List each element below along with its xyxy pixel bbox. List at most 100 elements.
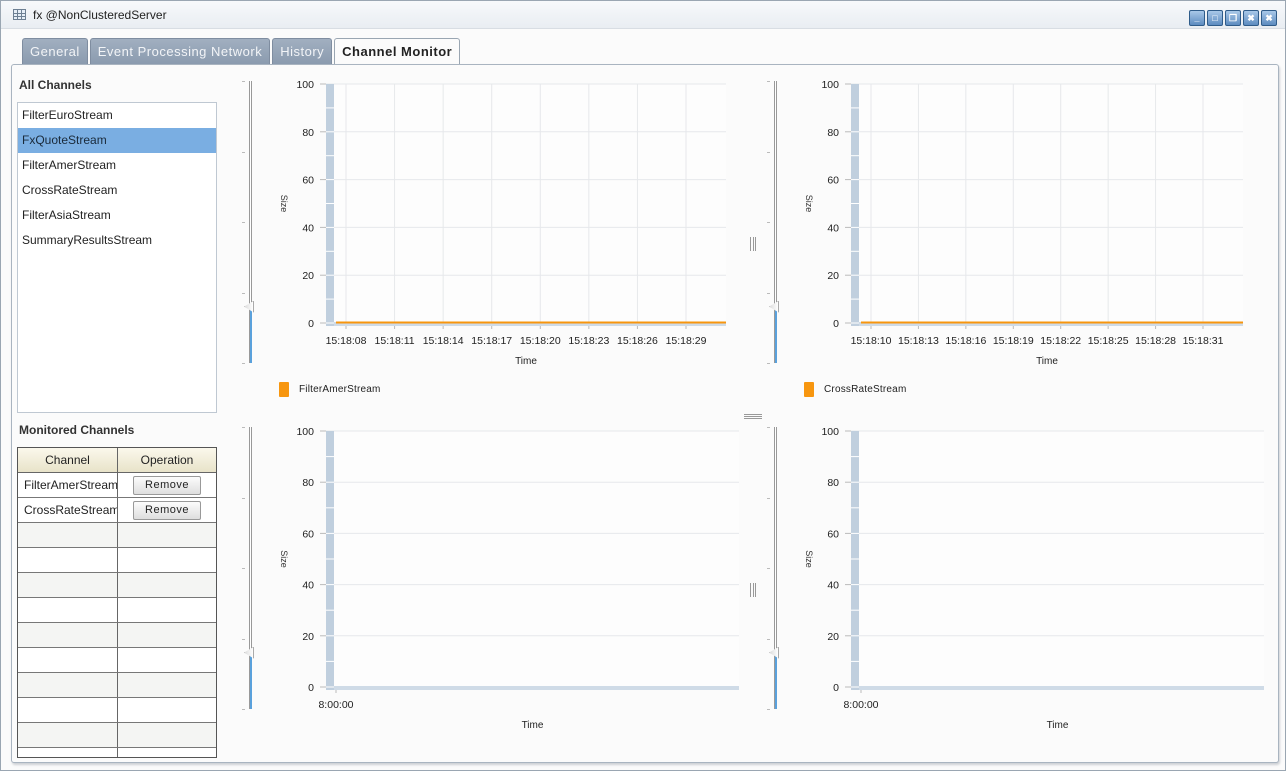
close-button[interactable]: ✖ bbox=[1261, 10, 1277, 26]
channel-cell bbox=[18, 623, 118, 647]
column-header-operation[interactable]: Operation bbox=[118, 448, 216, 472]
remove-button[interactable]: Remove bbox=[133, 475, 201, 495]
y-tick-label: 40 bbox=[302, 580, 314, 592]
x-tick-label: 15:18:23 bbox=[568, 335, 609, 347]
operation-cell bbox=[118, 623, 216, 647]
x-tick-label: 15:18:11 bbox=[375, 335, 415, 347]
y-tick-label: 0 bbox=[833, 682, 839, 694]
line-chart: 0 20 40 60 80 100 8:00:00 Size Time bbox=[279, 426, 739, 731]
channel-cell bbox=[18, 523, 118, 547]
vertical-splitter-handle-top[interactable] bbox=[750, 237, 756, 251]
y-tick-label: 0 bbox=[308, 318, 314, 330]
y-tick-label: 20 bbox=[302, 631, 314, 643]
table-row-empty bbox=[18, 598, 216, 623]
channel-list-item[interactable]: FilterAsiaStream bbox=[18, 203, 216, 228]
x-tick-label: 15:18:28 bbox=[1135, 335, 1176, 347]
line-chart: 0 20 40 60 80 100 15:18:10 15:18:13 15:18:16 15:1… bbox=[804, 79, 1243, 367]
x-tick-label: 15:18:14 bbox=[423, 335, 464, 347]
slider-fill bbox=[250, 306, 252, 363]
y-tick-label: 0 bbox=[308, 682, 314, 694]
slider-tick bbox=[242, 363, 245, 364]
x-tick-label: 15:18:19 bbox=[993, 335, 1034, 347]
operation-cell bbox=[118, 723, 216, 747]
y-axis-band bbox=[326, 84, 334, 326]
y-tick-label: 60 bbox=[827, 528, 839, 540]
x-tick-label: 15:18:10 bbox=[851, 335, 892, 347]
minimize-button[interactable]: _ bbox=[1189, 10, 1205, 26]
operation-cell bbox=[118, 573, 216, 597]
y-axis-label: Size bbox=[804, 195, 814, 213]
channel-list-item[interactable]: FilterAmerStream bbox=[18, 153, 216, 178]
slider-fill bbox=[775, 652, 777, 709]
restore-button[interactable]: ❐ bbox=[1225, 10, 1241, 26]
tab-general[interactable]: General bbox=[22, 38, 88, 65]
zoom-slider[interactable] bbox=[242, 81, 260, 364]
y-tick-label: 20 bbox=[827, 631, 839, 643]
tab-bar: General Event Processing Network History… bbox=[22, 38, 461, 66]
all-channels-list[interactable]: FilterEuroStream FxQuoteStream FilterAme… bbox=[17, 102, 217, 413]
channel-list-item[interactable]: FxQuoteStream bbox=[18, 128, 216, 153]
operation-cell: Remove bbox=[118, 498, 216, 522]
slider-tick bbox=[767, 151, 770, 153]
slider-tick bbox=[242, 568, 245, 569]
y-tick-label: 100 bbox=[821, 426, 839, 438]
slider-fill bbox=[250, 652, 252, 709]
channel-cell bbox=[18, 598, 118, 622]
empty-rows bbox=[18, 523, 216, 757]
y-tick-label: 80 bbox=[302, 127, 314, 139]
channel-cell bbox=[18, 548, 118, 572]
zoom-slider[interactable] bbox=[242, 427, 260, 710]
slider-tick bbox=[242, 427, 245, 428]
horizontal-splitter-handle[interactable] bbox=[744, 414, 762, 419]
zoom-slider[interactable] bbox=[767, 81, 785, 364]
x-tick-label: 15:18:20 bbox=[520, 335, 561, 347]
monitored-channels-title: Monitored Channels bbox=[19, 423, 135, 437]
x-tick-label: 15:18:29 bbox=[666, 335, 707, 347]
slider-tick bbox=[242, 638, 245, 640]
y-tick-label: 100 bbox=[821, 79, 839, 91]
legend-swatch bbox=[279, 382, 289, 397]
table-row: FilterAmerStream Remove bbox=[18, 473, 216, 498]
tab-channel-monitor[interactable]: Channel Monitor bbox=[334, 38, 461, 66]
maximize-button[interactable]: □ bbox=[1207, 10, 1223, 26]
close-all-button[interactable]: ✖ bbox=[1243, 10, 1259, 26]
tab-history[interactable]: History bbox=[272, 38, 333, 65]
x-tick-label: 15:18:31 bbox=[1183, 335, 1224, 347]
slider-tick bbox=[767, 709, 770, 710]
legend-label: CrossRateStream bbox=[824, 384, 907, 395]
operation-cell bbox=[118, 673, 216, 697]
channel-list-item[interactable]: CrossRateStream bbox=[18, 178, 216, 203]
x-tick-label: 8:00:00 bbox=[318, 699, 353, 711]
y-tick-label: 100 bbox=[296, 79, 314, 91]
maximize-icon: □ bbox=[1212, 12, 1218, 23]
vertical-splitter-handle-bottom[interactable] bbox=[750, 583, 756, 597]
chart-legend: FilterAmerStream bbox=[279, 382, 381, 397]
x-tick-label: 15:18:25 bbox=[1088, 335, 1129, 347]
plot-area bbox=[326, 84, 726, 323]
plot-area bbox=[851, 84, 1243, 323]
column-header-channel[interactable]: Channel bbox=[18, 448, 118, 472]
zoom-slider[interactable] bbox=[767, 427, 785, 710]
x-tick-label: 15:18:22 bbox=[1040, 335, 1081, 347]
table-row-empty bbox=[18, 523, 216, 548]
channel-cell: FilterAmerStream bbox=[18, 473, 118, 497]
plot-area bbox=[851, 431, 1264, 687]
channel-cell bbox=[18, 748, 118, 757]
x-axis-label: Time bbox=[515, 356, 537, 367]
all-channels-title: All Channels bbox=[19, 78, 92, 92]
slider-tick bbox=[767, 427, 770, 428]
channel-list-item[interactable]: SummaryResultsStream bbox=[18, 228, 216, 253]
x-tick-label: 15:18:16 bbox=[945, 335, 986, 347]
channel-cell bbox=[18, 698, 118, 722]
channel-cell bbox=[18, 648, 118, 672]
y-tick-label: 60 bbox=[302, 528, 314, 540]
x-tick-label: 15:18:26 bbox=[617, 335, 658, 347]
table-header: Channel Operation bbox=[18, 448, 216, 473]
remove-button[interactable]: Remove bbox=[133, 500, 201, 520]
channel-list-item[interactable]: FilterEuroStream bbox=[18, 103, 216, 128]
slider-tick bbox=[767, 497, 770, 499]
operation-cell bbox=[118, 698, 216, 722]
table-row-empty bbox=[18, 548, 216, 573]
y-axis-label: Size bbox=[279, 195, 289, 213]
tab-event-processing-network[interactable]: Event Processing Network bbox=[89, 38, 271, 65]
